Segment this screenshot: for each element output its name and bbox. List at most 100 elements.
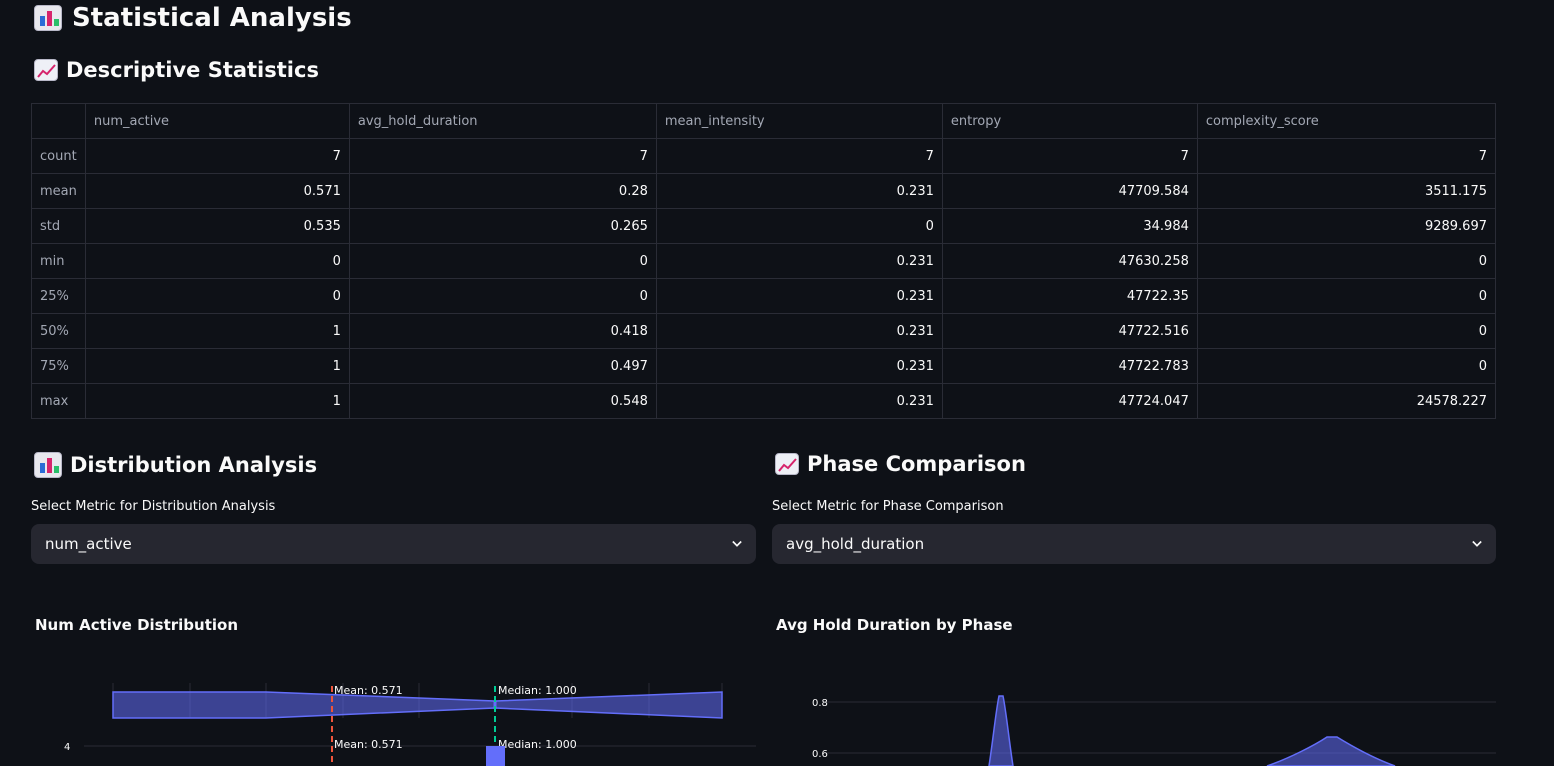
chevron-down-icon	[1472, 540, 1482, 547]
descriptive-heading-text: Descriptive Statistics	[66, 58, 319, 82]
descriptive-statistics-table[interactable]: num_active avg_hold_duration mean_intens…	[31, 103, 1497, 419]
median-annotation-lower: Median: 1.000	[498, 738, 577, 751]
table-cell[interactable]: 0.231	[655, 173, 943, 209]
table-cell[interactable]: 7	[1196, 138, 1497, 174]
row-header: mean	[31, 173, 86, 209]
phase-metric-select[interactable]: avg_hold_duration	[772, 524, 1496, 564]
table-row[interactable]: mean 0.571 0.28 0.231 47709.584 3511.175	[31, 173, 1497, 209]
table-cell[interactable]: 47722.516	[941, 313, 1198, 349]
page-title-text: Statistical Analysis	[72, 3, 352, 33]
table-cell[interactable]: 0	[84, 243, 350, 279]
table-cell[interactable]: 34.984	[941, 208, 1198, 244]
column-header[interactable]: complexity_score	[1196, 103, 1497, 139]
table-cell[interactable]: 7	[348, 138, 657, 174]
table-cell[interactable]: 0.265	[348, 208, 657, 244]
phase-heading-text: Phase Comparison	[807, 452, 1026, 476]
phase-heading: Phase Comparison	[775, 452, 1026, 476]
column-header[interactable]: num_active	[84, 103, 350, 139]
table-cell[interactable]: 0.231	[655, 348, 943, 384]
table-cell[interactable]: 0.28	[348, 173, 657, 209]
table-cell[interactable]: 7	[941, 138, 1198, 174]
table-row[interactable]: max 1 0.548 0.231 47724.047 24578.227	[31, 383, 1497, 419]
table-cell[interactable]: 0	[1196, 243, 1497, 279]
table-cell[interactable]: 0.418	[348, 313, 657, 349]
column-header[interactable]: mean_intensity	[655, 103, 943, 139]
median-annotation: Median: 1.000	[498, 684, 577, 697]
table-cell[interactable]: 7	[655, 138, 943, 174]
table-cell[interactable]: 1	[84, 348, 350, 384]
table-cell[interactable]: 0	[348, 278, 657, 314]
distribution-select-label: Select Metric for Distribution Analysis	[31, 499, 276, 514]
distribution-chart-title: Num Active Distribution	[35, 616, 239, 634]
table-cell[interactable]: 0.571	[84, 173, 350, 209]
table-cell[interactable]: 0.535	[84, 208, 350, 244]
column-header[interactable]: avg_hold_duration	[348, 103, 657, 139]
chart-increasing-icon	[34, 59, 58, 81]
table-cell[interactable]: 47630.258	[941, 243, 1198, 279]
y-tick-label: 0.6	[812, 749, 828, 760]
table-row[interactable]: min 0 0 0.231 47630.258 0	[31, 243, 1497, 279]
chevron-down-icon	[732, 540, 742, 547]
distribution-chart[interactable]: Mean: 0.571 Median: 1.000 Mean: 0.571 Me…	[0, 660, 770, 766]
mean-annotation: Mean: 0.571	[334, 684, 403, 697]
column-header[interactable]	[31, 103, 86, 139]
phase-violin[interactable]	[988, 695, 1014, 766]
table-cell[interactable]: 0.231	[655, 278, 943, 314]
distribution-heading-text: Distribution Analysis	[70, 453, 318, 477]
phase-chart-title: Avg Hold Duration by Phase	[776, 616, 1013, 634]
phase-chart[interactable]: 0.8 0.6	[770, 660, 1554, 766]
phase-select-value: avg_hold_duration	[786, 535, 925, 553]
table-cell[interactable]: 0	[1196, 348, 1497, 384]
table-cell[interactable]: 47722.35	[941, 278, 1198, 314]
y-tick-label: 0.8	[812, 698, 828, 709]
grid-lines	[826, 701, 1496, 754]
page-title: Statistical Analysis	[34, 0, 352, 36]
row-header: 25%	[31, 278, 86, 314]
row-header: std	[31, 208, 86, 244]
table-cell[interactable]: 47724.047	[941, 383, 1198, 419]
bar-chart-icon	[34, 452, 62, 478]
table-cell[interactable]: 9289.697	[1196, 208, 1497, 244]
table-cell[interactable]: 47722.783	[941, 348, 1198, 384]
row-header: max	[31, 383, 86, 419]
table-cell[interactable]: 24578.227	[1196, 383, 1497, 419]
distribution-heading: Distribution Analysis	[34, 452, 317, 478]
table-row[interactable]: 25% 0 0 0.231 47722.35 0	[31, 278, 1497, 314]
table-cell[interactable]: 1	[84, 383, 350, 419]
table-cell[interactable]: 0.231	[655, 313, 943, 349]
histogram-bar[interactable]	[486, 746, 505, 766]
table-row[interactable]: count 7 7 7 7 7	[31, 138, 1497, 174]
phase-violin[interactable]	[1266, 736, 1396, 766]
row-header: min	[31, 243, 86, 279]
y-tick-label: 4	[64, 742, 70, 753]
row-header: 75%	[31, 348, 86, 384]
descriptive-heading: Descriptive Statistics	[34, 58, 319, 82]
table-cell[interactable]: 47709.584	[941, 173, 1198, 209]
table-cell[interactable]: 1	[84, 313, 350, 349]
table-row[interactable]: std 0.535 0.265 0 34.984 9289.697	[31, 208, 1497, 244]
table-header-row: num_active avg_hold_duration mean_intens…	[31, 103, 1497, 139]
row-header: count	[31, 138, 86, 174]
table-row[interactable]: 50% 1 0.418 0.231 47722.516 0	[31, 313, 1497, 349]
table-cell[interactable]: 0.497	[348, 348, 657, 384]
distribution-select-value: num_active	[45, 535, 132, 553]
table-cell[interactable]: 0	[1196, 313, 1497, 349]
distribution-metric-select[interactable]: num_active	[31, 524, 756, 564]
chart-increasing-icon	[775, 453, 799, 475]
table-cell[interactable]: 0.231	[655, 383, 943, 419]
table-cell[interactable]: 0.231	[655, 243, 943, 279]
column-header[interactable]: entropy	[941, 103, 1198, 139]
distribution-violin[interactable]	[112, 691, 723, 719]
bar-chart-icon	[34, 5, 62, 31]
phase-select-label: Select Metric for Phase Comparison	[772, 499, 1004, 514]
table-cell[interactable]: 7	[84, 138, 350, 174]
table-cell[interactable]: 0	[348, 243, 657, 279]
row-header: 50%	[31, 313, 86, 349]
table-cell[interactable]: 3511.175	[1196, 173, 1497, 209]
table-row[interactable]: 75% 1 0.497 0.231 47722.783 0	[31, 348, 1497, 384]
table-cell[interactable]: 0	[84, 278, 350, 314]
table-cell[interactable]: 0.548	[348, 383, 657, 419]
mean-annotation-lower: Mean: 0.571	[334, 738, 403, 751]
table-cell[interactable]: 0	[1196, 278, 1497, 314]
table-cell[interactable]: 0	[655, 208, 943, 244]
